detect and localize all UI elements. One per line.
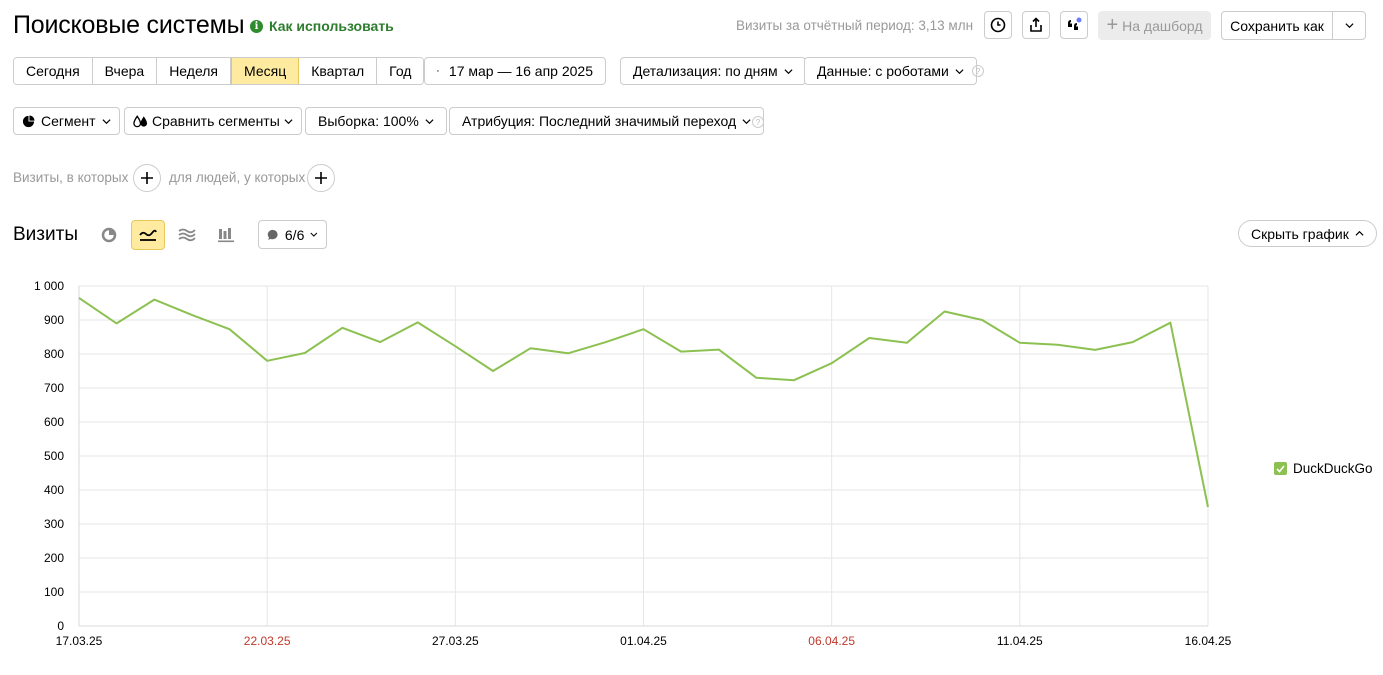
info-icon: i: [250, 19, 263, 33]
y-axis-labels: 0 100 200 300 400 500 600 700 800 900 1 000: [34, 279, 64, 633]
x-axis-labels: 17.03.25 22.03.25 27.03.25 01.04.25 06.04.25…: [56, 634, 1232, 648]
bar-chart-icon: [218, 228, 234, 243]
y-tick-label: 500: [44, 449, 64, 463]
pie-chart-icon: [101, 227, 117, 243]
x-tick-label: 16.04.25: [1185, 634, 1232, 648]
y-tick-label: 400: [44, 483, 64, 497]
legend-series-name: DuckDuckGo: [1293, 461, 1373, 476]
robots-dropdown[interactable]: Данные: с роботами: [804, 57, 977, 85]
save-as-label[interactable]: Сохранить как: [1222, 12, 1333, 39]
period-today[interactable]: Сегодня: [14, 58, 93, 84]
y-tick-label: 800: [44, 347, 64, 361]
chevron-up-icon: [1355, 230, 1364, 236]
x-tick-label: 06.04.25: [808, 634, 855, 648]
chevron-down-icon: [425, 118, 434, 124]
plus-icon: +: [1106, 13, 1119, 36]
compare-segments-dropdown[interactable]: Сравнить сегменты: [124, 107, 302, 135]
chevron-down-icon: [742, 118, 751, 124]
series-selector[interactable]: 6/6: [258, 220, 327, 249]
clock-icon: [990, 17, 1006, 33]
visits-filter-label: Визиты, в которых: [13, 170, 129, 185]
period-yesterday[interactable]: Вчера: [92, 58, 158, 84]
chevron-down-icon: [955, 68, 964, 74]
add-people-filter-button[interactable]: [307, 164, 335, 192]
date-range-label: 17 мар — 16 апр 2025: [448, 63, 593, 79]
sample-label: Выборка: 100%: [318, 113, 419, 129]
how-to-use-label: Как использовать: [269, 18, 394, 34]
period-selector[interactable]: Сегодня Вчера Неделя Месяц Квартал Год: [13, 57, 425, 85]
chart-type-area[interactable]: [170, 220, 204, 250]
chevron-down-icon: [102, 118, 111, 124]
export-button[interactable]: [1022, 11, 1050, 39]
share-icon: [1030, 17, 1042, 32]
help-icon[interactable]: ?: [972, 65, 984, 77]
help-icon[interactable]: ?: [752, 116, 764, 128]
chevron-down-icon: [1344, 23, 1354, 29]
sample-dropdown[interactable]: Выборка: 100%: [305, 107, 447, 135]
chevron-down-icon: [784, 68, 793, 74]
save-as-button[interactable]: Сохранить как: [1221, 11, 1366, 40]
assistant-button[interactable]: [1060, 11, 1088, 39]
y-tick-label: 900: [44, 313, 64, 327]
attribution-label: Атрибуция: Последний значимый переход: [462, 113, 737, 129]
y-tick-label: 100: [44, 585, 64, 599]
people-filter-label: для людей, у которых: [169, 170, 306, 185]
chart-title: Визиты: [13, 224, 78, 245]
plus-icon: [315, 172, 327, 184]
y-tick-label: 1 000: [34, 279, 64, 293]
x-tick-label: 01.04.25: [620, 634, 667, 648]
date-range-picker[interactable]: 17 мар — 16 апр 2025: [424, 57, 606, 85]
to-dashboard-button[interactable]: + На дашборд: [1098, 11, 1211, 40]
compare-segments-label: Сравнить сегменты: [152, 113, 280, 129]
segment-dropdown[interactable]: Сегмент: [13, 107, 120, 135]
stacked-area-icon: [178, 228, 196, 242]
detail-dropdown[interactable]: Детализация: по дням: [620, 57, 806, 85]
y-tick-label: 600: [44, 415, 64, 429]
x-tick-label: 11.04.25: [997, 634, 1043, 648]
y-tick-label: 300: [44, 517, 64, 531]
calendar-grid-icon: [437, 70, 439, 72]
x-tick-label: 22.03.25: [244, 634, 291, 648]
visits-line-chart[interactable]: 0 100 200 300 400 500 600 700 800 900 1 000 17.03.…: [0, 270, 1250, 660]
robots-label: Данные: с роботами: [817, 63, 949, 79]
to-dashboard-label: На дашборд: [1122, 17, 1203, 34]
checkbox-checked-icon[interactable]: [1274, 462, 1287, 475]
pie-icon: [22, 114, 35, 127]
period-month[interactable]: Месяц: [231, 58, 300, 84]
y-tick-label: 200: [44, 551, 64, 565]
visits-total: Визиты за отчётный период: 3,13 млн: [736, 18, 974, 33]
chevron-down-icon: [310, 232, 318, 237]
series-count: 6/6: [284, 226, 305, 243]
segment-label: Сегмент: [41, 113, 96, 129]
detail-label: Детализация: по дням: [633, 63, 778, 79]
x-tick-label: 17.03.25: [56, 634, 103, 648]
chart-legend[interactable]: DuckDuckGo: [1274, 461, 1373, 476]
chart-type-pie[interactable]: [92, 220, 126, 250]
y-tick-label: 700: [44, 381, 64, 395]
page-title: Поисковые системы: [13, 11, 245, 39]
hide-chart-button[interactable]: Скрыть график: [1238, 220, 1377, 247]
chevron-down-icon: [284, 118, 293, 124]
period-quarter[interactable]: Квартал: [299, 58, 378, 84]
hide-chart-label: Скрыть график: [1251, 225, 1349, 242]
add-visit-filter-button[interactable]: [133, 164, 161, 192]
x-tick-label: 27.03.25: [432, 634, 479, 648]
attribution-dropdown[interactable]: Атрибуция: Последний значимый переход: [449, 107, 765, 135]
compare-drops-icon: [133, 115, 148, 128]
chart-type-bar[interactable]: [209, 220, 243, 250]
plus-icon: [141, 172, 153, 184]
save-as-dropdown[interactable]: [1333, 12, 1365, 39]
period-year[interactable]: Год: [377, 58, 424, 84]
how-to-use-link[interactable]: i Как использовать: [250, 18, 394, 34]
quote-bubble-icon: [1068, 16, 1083, 30]
y-tick-label: 0: [57, 619, 64, 633]
speech-bubble-icon: [267, 229, 278, 240]
chart-grid: [78, 285, 1209, 627]
period-week[interactable]: Неделя: [157, 58, 232, 84]
history-button[interactable]: [984, 11, 1012, 39]
line-chart-icon: [139, 229, 157, 241]
chart-type-line[interactable]: [131, 220, 165, 250]
